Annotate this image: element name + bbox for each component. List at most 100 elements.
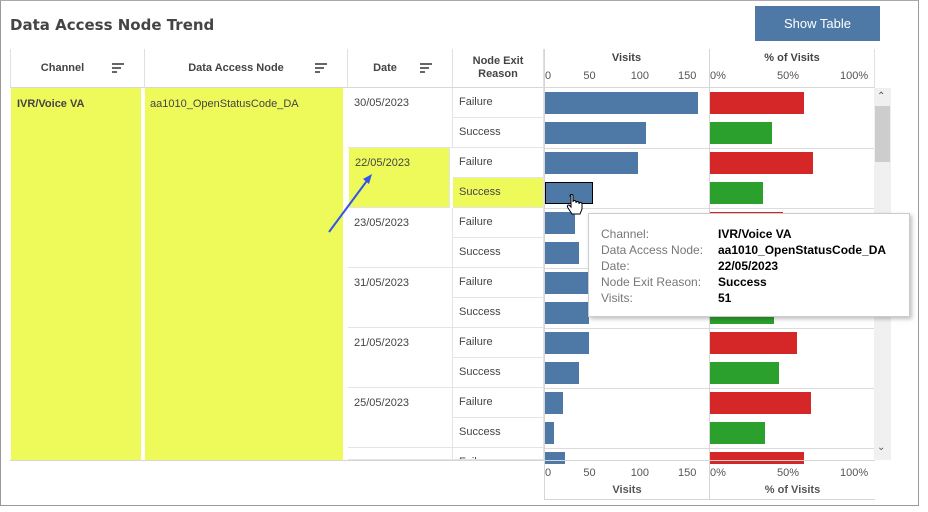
- tooltip-value: Success: [718, 275, 767, 289]
- visits-bar[interactable]: [545, 122, 647, 144]
- reason-cell[interactable]: Success: [453, 358, 544, 388]
- pct-bar[interactable]: [710, 152, 813, 174]
- header-reason[interactable]: Node Exit Reason: [453, 49, 544, 88]
- reason-label: Success: [459, 186, 501, 198]
- tooltip-key: Visits:: [601, 291, 633, 305]
- date-cell[interactable]: [348, 448, 453, 460]
- reason-cell[interactable]: Failure: [453, 88, 544, 118]
- scroll-down-icon[interactable]: ⌄: [877, 442, 885, 453]
- tooltip-row: Channel: IVR/Voice VA: [601, 227, 909, 243]
- tooltip-key: Date:: [601, 259, 630, 273]
- pct-bar[interactable]: [710, 422, 765, 444]
- visits-bar[interactable]: [545, 332, 589, 354]
- reason-label: Success: [459, 246, 501, 258]
- visits-tick-label: 150: [678, 467, 697, 479]
- pct-bar[interactable]: [710, 452, 804, 464]
- visits-tick-label: 150: [678, 70, 697, 82]
- reason-cell[interactable]: Failure: [453, 268, 544, 298]
- tooltip-key: Data Access Node:: [601, 243, 704, 257]
- visits-bar[interactable]: [545, 392, 563, 414]
- reason-label: Failure: [459, 336, 493, 348]
- hand-cursor-icon: [566, 194, 583, 215]
- date-cell[interactable]: 21/05/2023: [348, 328, 453, 388]
- date-cell[interactable]: 31/05/2023: [348, 268, 453, 328]
- pct-bar[interactable]: [710, 362, 779, 384]
- scroll-thumb[interactable]: [875, 106, 890, 162]
- header-label: Node Exit Reason: [472, 55, 524, 80]
- pct-bar[interactable]: [710, 332, 798, 354]
- header-visits: Visits: [544, 49, 710, 88]
- reason-label: Failure: [459, 156, 493, 168]
- reason-cell[interactable]: Success: [453, 238, 544, 268]
- channel-cell[interactable]: IVR/Voice VA: [11, 88, 141, 460]
- tooltip-key: Node Exit Reason:: [601, 275, 702, 289]
- pct-bar[interactable]: [710, 92, 804, 114]
- axis-title: % of Visits: [764, 52, 820, 64]
- pct-tick-label: 100%: [840, 70, 869, 82]
- channel-label: IVR/Voice VA: [17, 98, 85, 110]
- tooltip-row: Data Access Node: aa1010_OpenStatusCode_D…: [601, 243, 909, 259]
- header-label: Channel: [40, 61, 85, 74]
- reason-label: Success: [459, 126, 501, 138]
- reason-label: Success: [459, 366, 501, 378]
- pct-tick-label: 50%: [777, 467, 800, 479]
- pct-axis-title-bottom: % of Visits: [764, 484, 821, 496]
- pct-bar[interactable]: [710, 392, 812, 414]
- header-pct: % of Visits: [710, 49, 875, 88]
- visits-tick-label: 50: [583, 70, 596, 82]
- reason-label: Failure: [459, 96, 493, 108]
- reason-label: Success: [459, 306, 501, 318]
- sort-icon[interactable]: [315, 63, 327, 75]
- visits-bar[interactable]: [545, 452, 565, 464]
- reason-cell[interactable]: Failure: [453, 208, 544, 238]
- visits-bar[interactable]: [545, 302, 589, 324]
- tooltip-row: Visits: 51: [601, 291, 909, 307]
- pct-tick-label: 0%: [710, 467, 726, 479]
- header-node[interactable]: Data Access Node: [145, 49, 348, 88]
- tooltip-row: Date: 22/05/2023: [601, 259, 909, 275]
- date-label: 22/05/2023: [355, 157, 411, 169]
- visits-bar[interactable]: [545, 362, 580, 384]
- visits-axis-title-bottom: Visits: [612, 484, 642, 496]
- reason-cell[interactable]: Success: [453, 178, 544, 208]
- visits-bar[interactable]: [545, 92, 699, 114]
- reason-label: Failure: [459, 396, 493, 408]
- sort-icon[interactable]: [112, 63, 124, 75]
- tooltip-value: 51: [718, 291, 732, 305]
- sort-icon[interactable]: [420, 63, 432, 75]
- visits-bar[interactable]: [545, 242, 580, 264]
- pct-tick-label: 50%: [777, 70, 800, 82]
- reason-cell[interactable]: Failure: [453, 148, 544, 178]
- reason-cell[interactable]: Success: [453, 418, 544, 448]
- visits-tick-label: 100: [630, 70, 650, 82]
- scroll-up-icon[interactable]: ⌃: [877, 91, 885, 102]
- visits-bar[interactable]: [545, 152, 638, 174]
- reason-label: Success: [459, 426, 501, 438]
- reason-cell[interactable]: Failure: [453, 388, 544, 418]
- reason-cell[interactable]: Success: [453, 298, 544, 328]
- date-label: 30/05/2023: [354, 97, 410, 109]
- date-label: 31/05/2023: [354, 277, 410, 289]
- visits-tick-label: 50: [583, 467, 596, 479]
- visits-bar[interactable]: [545, 422, 555, 444]
- header-label: Date: [373, 61, 397, 74]
- header-date[interactable]: Date: [348, 49, 453, 88]
- pct-bar[interactable]: [710, 182, 764, 204]
- visits-tick-label: 0: [545, 70, 552, 82]
- tooltip-value: 22/05/2023: [718, 259, 779, 273]
- header-channel[interactable]: Channel: [10, 49, 145, 88]
- reason-cell[interactable]: Failure: [453, 448, 544, 460]
- date-label: 25/05/2023: [354, 397, 410, 409]
- date-cell[interactable]: 30/05/2023: [348, 88, 453, 148]
- tooltip-key: Channel:: [601, 227, 650, 241]
- date-cell[interactable]: 25/05/2023: [348, 388, 453, 448]
- reason-cell[interactable]: Success: [453, 118, 544, 148]
- pct-bar[interactable]: [710, 122, 773, 144]
- tooltip-value: IVR/Voice VA: [718, 227, 792, 241]
- axis-title: Visits: [611, 52, 642, 64]
- pct-tick-label: 0%: [710, 70, 726, 82]
- reason-cell[interactable]: Failure: [453, 328, 544, 358]
- show-table-button[interactable]: Show Table: [755, 6, 880, 41]
- node-cell[interactable]: aa1010_OpenStatusCode_DA: [145, 88, 343, 460]
- tooltip: Channel: IVR/Voice VA Data Access Node: aa1…: [588, 213, 910, 317]
